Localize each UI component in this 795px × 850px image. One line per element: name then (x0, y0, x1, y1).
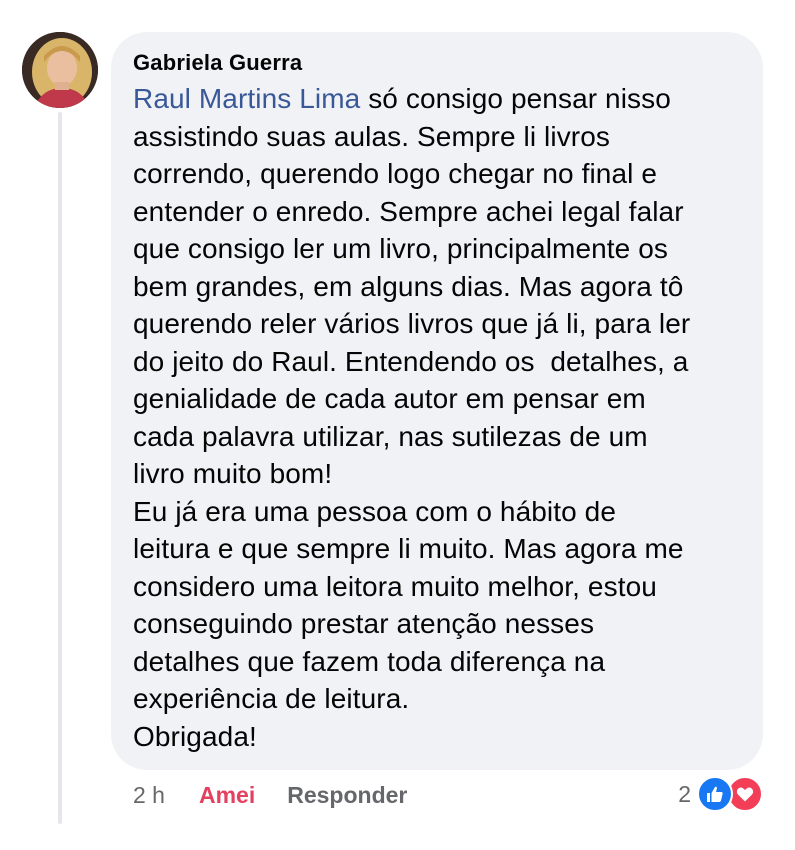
reply-button[interactable]: Responder (287, 782, 407, 809)
comment-line: genialidade de cada autor em pensar em (133, 383, 646, 414)
comment-line: livro muito bom! (133, 458, 333, 489)
comment-line: correndo, querendo logo chegar no final … (133, 158, 658, 189)
comment-line: entender o enredo. Sempre achei legal fa… (133, 195, 684, 227)
mention-link[interactable]: Raul Martins Lima (133, 83, 360, 114)
comment-line: considero uma leitora muito melhor, esto… (133, 570, 657, 602)
comment-bubble: Gabriela Guerra Raul Martins Lima só con… (111, 32, 763, 770)
comment-line: Obrigada! (133, 720, 257, 752)
comment-author[interactable]: Gabriela Guerra (133, 50, 741, 76)
comment-line: bem grandes, em alguns dias. Mas agora t… (133, 270, 684, 302)
avatar[interactable] (22, 32, 98, 108)
like-icon (697, 776, 733, 812)
comment-text: Raul Martins Lima só consigo pensar niss… (133, 80, 741, 755)
comment-line: leitura e que sempre li muito. Mas agora… (133, 533, 684, 564)
comment-line: do jeito do Raul. Entendendo os detalhes… (133, 345, 689, 377)
comment-line: Eu já era uma pessoa com o hábito de (133, 495, 617, 527)
comment-line: cada palavra utilizar, nas sutilezas de … (133, 420, 648, 452)
thread-line (58, 112, 62, 824)
reaction-summary[interactable]: 2 (678, 776, 763, 812)
comment-line: que consigo ler um livro, principalmente… (133, 233, 669, 264)
react-button[interactable]: Amei (199, 782, 255, 809)
avatar-photo (22, 32, 98, 108)
comment-line: só consigo pensar nisso (360, 83, 671, 114)
reaction-count: 2 (678, 780, 691, 807)
comment-line: detalhes que fazem toda diferença na (133, 645, 606, 677)
comment-line: experiência de leitura. (133, 683, 410, 714)
comment-actions: 2 h Amei Responder (133, 778, 407, 812)
comment-line: conseguindo prestar atenção nesses (133, 608, 595, 639)
comment-line: querendo reler vários livros que já li, … (133, 308, 691, 339)
timestamp[interactable]: 2 h (133, 782, 165, 809)
comment-line: assistindo suas aulas. Sempre li livros (133, 120, 610, 152)
